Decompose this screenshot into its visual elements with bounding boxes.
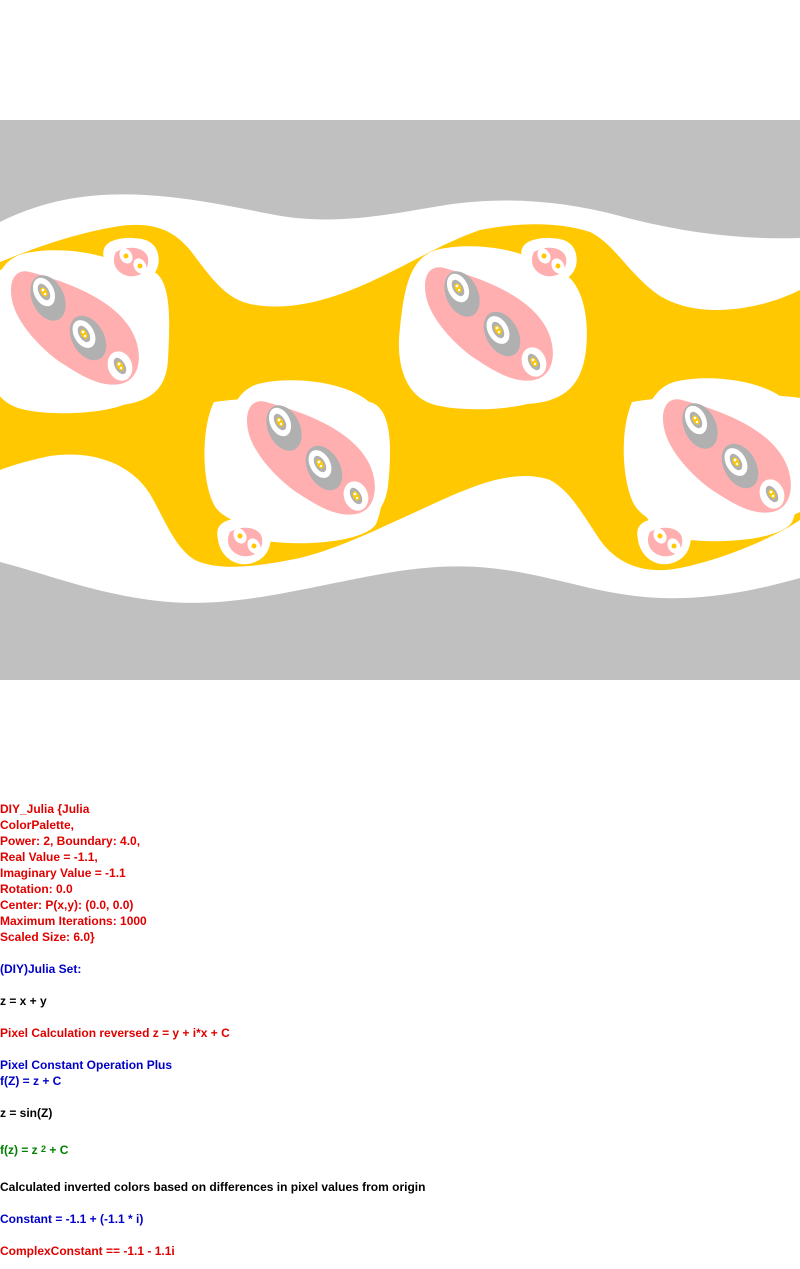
fz-definition-line: f(Z) = z + C <box>0 1074 62 1088</box>
title-line: DIY_Julia {Julia <box>0 802 90 816</box>
max-iterations-line: Maximum Iterations: 1000 <box>0 914 147 928</box>
center-line: Center: P(x,y): (0.0, 0.0) <box>0 898 134 912</box>
palette-line: ColorPalette, <box>0 818 75 832</box>
z-sin-line: z = sin(Z) <box>0 1106 53 1120</box>
formula-exponent: 2 <box>41 1144 47 1154</box>
scaled-size-line: Scaled Size: 6.0} <box>0 930 95 944</box>
constant-operation-line: Pixel Constant Operation Plus <box>0 1058 173 1072</box>
z-definition-line: z = x + y <box>0 994 47 1008</box>
formula-lhs: f(z) = z <box>0 1143 38 1157</box>
formula-rhs: + C <box>46 1143 69 1157</box>
pixel-calculation-line: Pixel Calculation reversed z = y + i*x +… <box>0 1026 230 1040</box>
complex-constant-line: ComplexConstant == -1.1 - 1.1i <box>0 1244 175 1258</box>
inverted-colors-line: Calculated inverted colors based on diff… <box>0 1180 426 1194</box>
rotation-line: Rotation: 0.0 <box>0 882 73 896</box>
power-boundary-line: Power: 2, Boundary: 4.0, <box>0 834 141 848</box>
formula-line: f(z) = z 2 + C <box>0 1137 800 1163</box>
top-gray-band <box>0 120 800 239</box>
bottom-gray-band <box>0 562 800 680</box>
julia-fractal-image <box>0 120 800 680</box>
set-name-line: (DIY)Julia Set: <box>0 962 82 976</box>
parameter-readout: DIY_Julia {Julia ColorPalette, Power: 2,… <box>0 801 800 1259</box>
imaginary-value-line: Imaginary Value = -1.1 <box>0 866 126 880</box>
real-value-line: Real Value = -1.1, <box>0 850 98 864</box>
constant-line: Constant = -1.1 + (-1.1 * i) <box>0 1212 144 1226</box>
